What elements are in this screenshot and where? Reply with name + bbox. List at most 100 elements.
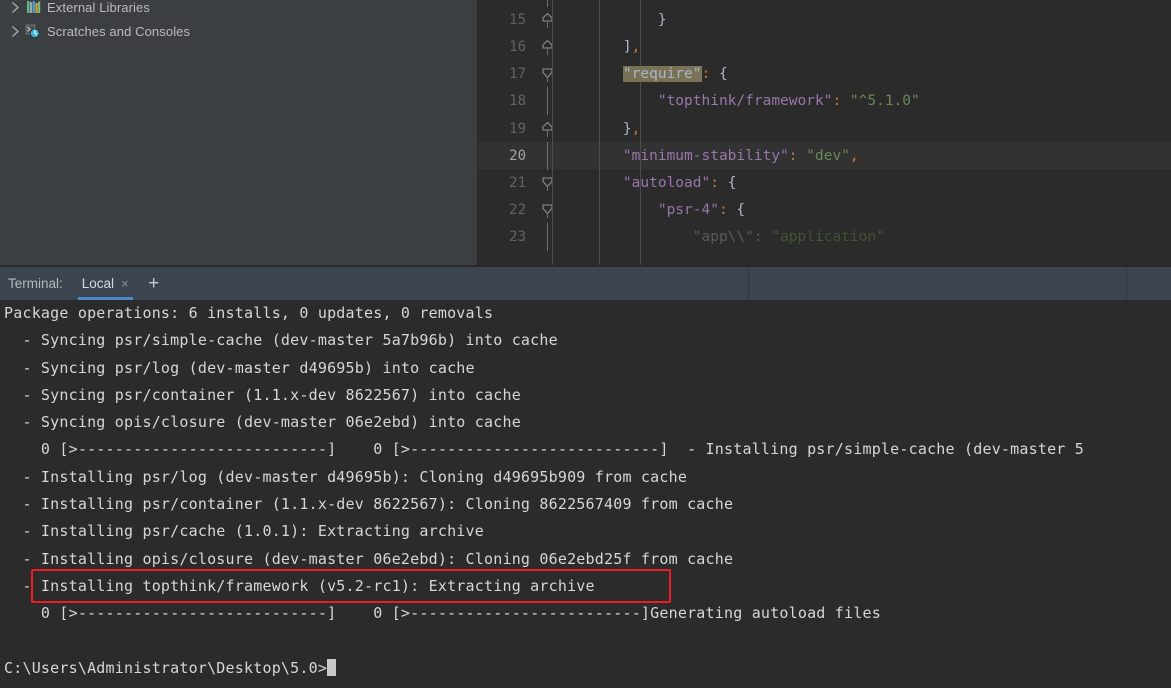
code-token: "topthink/framework" xyxy=(657,93,833,110)
fold-end-icon[interactable] xyxy=(536,6,558,33)
terminal-output[interactable]: Package operations: 6 installs, 0 update… xyxy=(0,300,1171,688)
code-editor[interactable]: 14 "email": "g12rfcjheqq@com"15 }16 ],17… xyxy=(478,0,1171,265)
terminal-tab-label: Local xyxy=(81,276,115,291)
terminal-line: - Syncing opis/closure (dev-master 06e2e… xyxy=(4,413,521,432)
ide-top-area: External Libraries Scratches and Console… xyxy=(0,0,1171,265)
project-tree-panel[interactable]: External Libraries Scratches and Console… xyxy=(0,0,478,265)
tree-item-label: Scratches and Consoles xyxy=(47,23,191,39)
code-lines-container: 14 "email": "g12rfcjheqq@com"15 }16 ],17… xyxy=(478,0,1171,252)
code-token: : xyxy=(753,229,772,246)
code-token: "g12rfcjheqq@com" xyxy=(771,0,919,1)
fold-collapse-icon[interactable] xyxy=(536,169,558,196)
tree-item-scratches-and-consoles[interactable]: Scratches and Consoles xyxy=(0,21,477,41)
fold-collapse-icon[interactable] xyxy=(536,197,558,224)
tree-item-label: External Libraries xyxy=(47,0,150,15)
code-token: { xyxy=(736,202,746,219)
terminal-tab-bar: Terminal: Local × + xyxy=(0,267,1171,300)
add-terminal-button[interactable]: + xyxy=(139,267,169,300)
close-icon[interactable]: × xyxy=(121,277,129,290)
fold-placeholder xyxy=(536,223,558,252)
line-number: 15 xyxy=(509,11,526,28)
terminal-panel: Terminal: Local × + Package operations: … xyxy=(0,265,1171,688)
scratches-icon xyxy=(24,23,42,39)
code-token: : xyxy=(718,202,737,219)
code-token: "email" xyxy=(588,0,754,1)
line-number: 16 xyxy=(509,38,526,55)
code-token: : xyxy=(754,0,771,1)
line-number: 14 xyxy=(478,0,536,1)
code-token: : xyxy=(701,66,719,83)
terminal-cursor xyxy=(327,658,337,676)
code-text: "minimum-stability": "dev", xyxy=(558,148,859,164)
code-line[interactable]: 22 "psr-4": { xyxy=(478,197,1171,224)
code-token: "dev" xyxy=(806,147,850,164)
libraries-icon xyxy=(24,0,42,15)
code-token: { xyxy=(718,66,728,83)
code-token: : xyxy=(832,93,850,110)
code-line[interactable]: 19 }, xyxy=(478,115,1171,142)
tree-item-external-libraries[interactable]: External Libraries xyxy=(0,0,477,17)
code-text: }, xyxy=(558,121,640,137)
terminal-line: Package operations: 6 installs, 0 update… xyxy=(4,304,494,322)
terminal-line: - Installing psr/cache (1.0.1): Extracti… xyxy=(4,522,484,541)
line-number: 21 xyxy=(509,174,526,191)
line-number: 23 xyxy=(509,229,526,246)
terminal-prompt: C:\Users\Administrator\Desktop\5.0> xyxy=(4,658,328,677)
code-line[interactable]: 16 ], xyxy=(478,33,1171,60)
code-token: { xyxy=(727,174,737,191)
fold-placeholder xyxy=(536,141,558,170)
code-line[interactable]: 15 } xyxy=(478,6,1171,33)
fold-end-icon[interactable] xyxy=(536,115,558,142)
code-token: "autoload" xyxy=(622,174,711,191)
chevron-right-icon[interactable] xyxy=(6,21,24,41)
ide-window: External Libraries Scratches and Console… xyxy=(0,0,1171,688)
code-text: "topthink/framework": "^5.1.0" xyxy=(558,93,920,109)
code-token: "psr-4" xyxy=(657,202,719,219)
code-token: } xyxy=(588,11,667,28)
code-line[interactable]: 20 "minimum-stability": "dev", xyxy=(478,141,1171,170)
code-line[interactable]: 21 "autoload": { xyxy=(478,169,1171,196)
terminal-panel-label: Terminal: xyxy=(8,276,63,291)
code-line[interactable]: 18 "topthink/framework": "^5.1.0" xyxy=(478,87,1171,116)
terminal-tab-local[interactable]: Local × xyxy=(72,267,139,300)
line-number: 19 xyxy=(509,120,526,137)
code-text: "app\\": "application" xyxy=(558,229,885,245)
code-token: "require" xyxy=(622,66,702,83)
terminal-line: - Syncing psr/container (1.1.x-dev 86225… xyxy=(4,385,521,404)
terminal-line: - Syncing psr/simple-cache (dev-master 5… xyxy=(4,331,558,350)
code-line[interactable]: 17 "require": { xyxy=(478,61,1171,88)
line-number: 22 xyxy=(509,202,526,219)
terminal-line-highlighted: - Installing topthink/framework (v5.2-rc… xyxy=(4,576,595,595)
code-line[interactable]: 23 "app\\": "application" xyxy=(478,223,1171,252)
fold-end-icon[interactable] xyxy=(536,33,558,60)
terminal-prompt-line: C:\Users\Administrator\Desktop\5.0> xyxy=(0,655,1171,682)
terminal-lines-container: Package operations: 6 installs, 0 update… xyxy=(0,300,1171,628)
terminal-line: - Installing opis/closure (dev-master 06… xyxy=(4,549,734,568)
line-number: 20 xyxy=(509,147,526,164)
code-token: : xyxy=(788,147,807,164)
terminal-line: - Installing psr/container (1.1.x-dev 86… xyxy=(4,495,734,514)
terminal-line: 0 [>---------------------------] 0 [>---… xyxy=(4,604,881,623)
code-text: "require": { xyxy=(558,66,728,83)
tab-bar-divider xyxy=(1126,267,1127,300)
code-token: , xyxy=(631,38,641,55)
code-token: "minimum-stability" xyxy=(622,147,789,164)
terminal-line: - Syncing psr/log (dev-master d49695b) i… xyxy=(4,358,475,377)
line-number: 17 xyxy=(509,66,526,83)
fold-collapse-icon[interactable] xyxy=(536,61,558,88)
code-token: } xyxy=(588,120,632,137)
code-text: "psr-4": { xyxy=(558,202,745,218)
code-text: "email": "g12rfcjheqq@com" xyxy=(558,0,920,1)
code-text: ], xyxy=(558,39,640,55)
code-token: "^5.1.0" xyxy=(849,93,920,110)
code-text: } xyxy=(558,12,667,28)
chevron-right-icon[interactable] xyxy=(6,0,24,17)
gutter-divider xyxy=(552,0,553,265)
terminal-line: - Installing psr/log (dev-master d49695b… xyxy=(4,467,688,486)
line-number: 18 xyxy=(509,93,526,110)
